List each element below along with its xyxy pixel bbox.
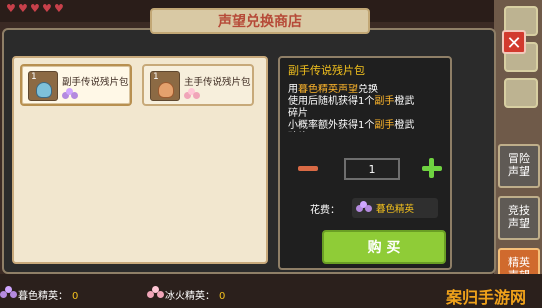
cost-tag: 暮色精英 xyxy=(352,198,438,218)
watermark: 案归手游网 xyxy=(445,288,526,307)
close-icon: ✕ xyxy=(506,33,522,54)
item-list: 1 副手传说残片包 1 主手传说残片包 xyxy=(12,56,268,264)
desc-line: 使用后随机获得1个副手橙武 xyxy=(288,96,415,107)
tab-arena-reputation[interactable]: 竞技 声望 xyxy=(498,196,540,240)
purple-flower-icon xyxy=(0,286,18,302)
quantity-stepper: 1 xyxy=(298,158,442,182)
purple-flower-icon xyxy=(356,201,372,215)
currency-label: 暮色精英： xyxy=(18,291,68,302)
detail-description: 用暮色精英声望兑换 使用后随机获得1个副手橙武 碎片 小概率额外获得1个副手橙武… xyxy=(288,84,444,132)
heart-icon: ♥ xyxy=(30,2,40,15)
desc-line: 用暮色精英声望兑换 xyxy=(288,84,378,95)
buy-label: 购 买 xyxy=(367,240,401,256)
close-button[interactable]: ✕ xyxy=(502,30,526,54)
quantity-field[interactable]: 1 xyxy=(344,158,400,180)
currency-value: 0 xyxy=(219,291,226,302)
minus-icon[interactable] xyxy=(298,166,318,171)
item-level: 1 xyxy=(153,72,159,82)
shop-title: 声望兑换商店 xyxy=(150,8,370,34)
item-name: 主手传说残片包 xyxy=(184,77,251,88)
shop-title-text: 声望兑换商店 xyxy=(218,14,302,30)
buy-button[interactable]: 购 买 xyxy=(322,230,446,264)
item-detail-panel: 副手传说残片包 用暮色精英声望兑换 使用后随机获得1个副手橙武 碎片 小概率额外… xyxy=(278,56,452,270)
bottom-bar: 暮色精英： 0 冰火精英： 0 案归手游网 xyxy=(0,274,542,308)
item-name: 副手传说残片包 xyxy=(62,77,129,88)
currency-counter-2: 冰火精英： 0 xyxy=(147,286,226,302)
item-icon: 1 xyxy=(150,71,180,101)
tab-adventure-reputation[interactable]: 冒险 声望 xyxy=(498,144,540,188)
heart-icon: ♥ xyxy=(42,2,52,15)
currency-counter-1: 暮色精英： 0 xyxy=(0,286,79,302)
heart-icon: ♥ xyxy=(54,2,64,15)
item-icon: 1 xyxy=(28,71,58,101)
cost-label: 花费： xyxy=(310,205,340,216)
purple-flower-icon xyxy=(62,88,78,102)
desc-line: 碎片 xyxy=(288,108,308,119)
shop-item-card[interactable]: 1 副手传说残片包 xyxy=(20,64,132,106)
heart-icon: ♥ xyxy=(6,2,16,15)
desc-line: 小概率额外获得1个副手橙武 xyxy=(288,120,415,131)
cost-row: 花费： 暮色精英 xyxy=(310,198,440,218)
bag-icon xyxy=(158,82,174,98)
add-button[interactable] xyxy=(504,78,538,108)
pink-flower-icon xyxy=(184,88,200,102)
currency-label: 冰火精英： xyxy=(165,291,215,302)
currency-value: 0 xyxy=(72,291,79,302)
plus-icon[interactable] xyxy=(422,158,442,178)
detail-title: 副手传说残片包 xyxy=(288,64,365,77)
shop-item-card[interactable]: 1 主手传说残片包 xyxy=(142,64,254,106)
item-level: 1 xyxy=(31,72,37,82)
pink-flower-icon xyxy=(147,286,165,302)
bag-icon xyxy=(36,82,52,98)
cost-currency: 暮色精英 xyxy=(376,204,415,215)
heart-icon: ♥ xyxy=(18,2,28,15)
